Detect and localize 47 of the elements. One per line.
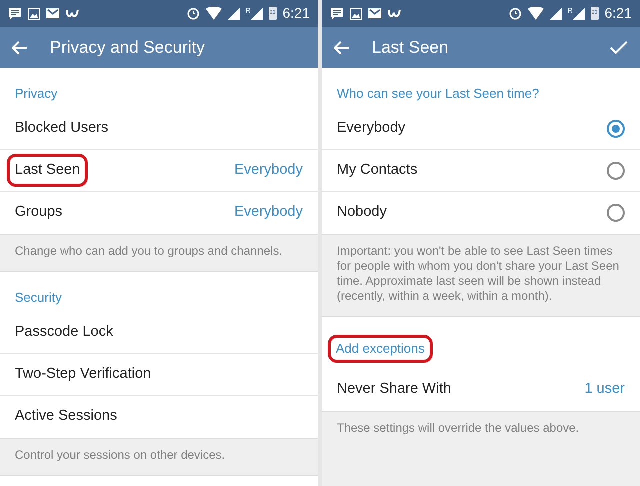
image-icon (28, 8, 40, 20)
wifi-icon (206, 7, 222, 20)
info-text: Control your sessions on other devices. (0, 438, 318, 476)
image-icon (350, 8, 362, 20)
radio-button[interactable] (607, 120, 625, 138)
setting-label[interactable]: Groups (15, 204, 63, 220)
signal-icon (572, 8, 585, 20)
setting-label[interactable]: Active Sessions (15, 408, 118, 424)
setting-value: 1 user (584, 380, 625, 400)
message-icon (8, 6, 22, 20)
setting-label[interactable]: Passcode Lock (15, 324, 114, 340)
wifi-icon (528, 7, 544, 20)
signal-icon (228, 8, 240, 20)
back-arrow-icon[interactable] (12, 40, 28, 54)
message-icon (330, 6, 344, 20)
clock-time: 6:21 (282, 4, 310, 23)
app-logo-icon (388, 8, 402, 18)
radio-button[interactable] (607, 162, 625, 180)
setting-label[interactable]: Never Share With (337, 381, 452, 398)
setting-value: Everybody (234, 160, 303, 180)
info-text: Change who can add you to groups and channels. (0, 234, 318, 272)
setting-value: Everybody (234, 203, 303, 222)
back-arrow-icon[interactable] (334, 40, 350, 54)
setting-label[interactable]: Two-Step Verification (15, 366, 152, 382)
signal-icon (250, 8, 263, 20)
section-header: Privacy (15, 86, 58, 101)
clock-time: 6:21 (604, 4, 632, 23)
info-text: These settings will override the values above. (322, 411, 640, 486)
signal-icon (550, 8, 562, 20)
mail-icon (46, 8, 60, 19)
screen-title: Last Seen (372, 36, 450, 59)
section-header: Security (15, 290, 62, 305)
setting-label[interactable]: Everybody (337, 120, 406, 136)
alarm-icon (508, 7, 522, 20)
alarm-icon (186, 7, 200, 20)
app-logo-icon (66, 8, 80, 18)
info-text: Important: you won't be able to see Last Seen times for people with whom you don't share your Last Seen time. Approximate last seen will be shown instead (recently, within a week, within a month). (322, 234, 640, 317)
screen-title: Privacy and Security (50, 36, 206, 59)
highlighted-setting-label[interactable]: Last Seen (7, 154, 88, 188)
setting-label[interactable]: Blocked Users (15, 120, 108, 136)
highlighted-section-header: Add exceptions (328, 335, 433, 363)
setting-label[interactable]: Nobody (337, 204, 387, 220)
section-header: Who can see your Last Seen time? (337, 86, 540, 101)
setting-label[interactable]: My Contacts (337, 162, 418, 178)
mail-icon (368, 8, 382, 19)
checkmark-icon[interactable] (610, 40, 628, 54)
radio-button[interactable] (607, 204, 625, 222)
